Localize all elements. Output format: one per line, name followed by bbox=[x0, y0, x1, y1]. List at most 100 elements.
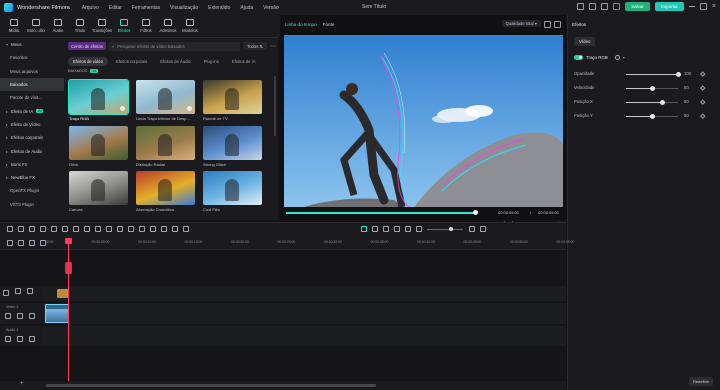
select-icon[interactable] bbox=[17, 226, 24, 232]
param-value[interactable]: 50 bbox=[684, 85, 689, 90]
playhead-marker[interactable] bbox=[65, 262, 72, 274]
chevron-down-icon[interactable]: ▾ bbox=[623, 55, 625, 60]
tab-video[interactable]: Vídeo bbox=[574, 37, 596, 46]
speed-icon[interactable] bbox=[94, 226, 101, 232]
delete-icon[interactable] bbox=[50, 226, 57, 232]
link-icon[interactable] bbox=[17, 240, 24, 246]
tool-media[interactable]: Mídia bbox=[3, 15, 25, 37]
menu-tools[interactable]: Ferramentas bbox=[132, 5, 160, 11]
effect-thumbnail[interactable] bbox=[69, 171, 128, 205]
keyframe-diamond-icon[interactable] bbox=[700, 112, 706, 118]
category-item[interactable]: ▸ Boris FX bbox=[0, 158, 64, 171]
motion-icon[interactable] bbox=[171, 226, 178, 232]
stabilize-icon[interactable] bbox=[160, 226, 167, 232]
more-options-icon[interactable]: ⋯ bbox=[270, 43, 276, 50]
slider-knob[interactable] bbox=[649, 113, 655, 119]
tab-timeline-view[interactable]: Linha do tempo bbox=[285, 22, 317, 27]
chevron-right-icon[interactable]: ▸ bbox=[6, 162, 8, 167]
export-button[interactable]: Exportar bbox=[654, 2, 684, 11]
quality-dropdown[interactable]: Qualidade total ▾ bbox=[501, 20, 541, 27]
menu-help[interactable]: Ajuda bbox=[240, 5, 253, 11]
audio-lock-icon[interactable] bbox=[16, 336, 23, 342]
effect-clip[interactable] bbox=[57, 289, 68, 298]
lock-icon[interactable] bbox=[28, 240, 35, 246]
track-icon[interactable] bbox=[404, 226, 411, 232]
tab-source-view[interactable]: Fonte bbox=[323, 22, 335, 27]
snapshot-icon[interactable] bbox=[544, 21, 551, 28]
chevron-right-icon[interactable]: ▸ bbox=[6, 175, 8, 180]
menu-view[interactable]: Visualização bbox=[170, 5, 198, 11]
reset-button[interactable]: Redefinir bbox=[689, 377, 714, 386]
browser-scrollbar[interactable] bbox=[274, 76, 276, 136]
menu-edit[interactable]: Editar bbox=[109, 5, 122, 11]
slider-knob[interactable] bbox=[649, 85, 655, 91]
param-value[interactable]: 50 bbox=[684, 99, 689, 104]
menu-extended[interactable]: Extendido bbox=[208, 5, 230, 11]
keyframe-diamond-icon[interactable] bbox=[700, 98, 706, 104]
menu-version[interactable]: Versão bbox=[263, 5, 279, 11]
category-item[interactable]: ▸ Efeito de IA AI bbox=[0, 104, 64, 117]
category-item[interactable]: OpenFX Plugin bbox=[0, 184, 64, 197]
category-item[interactable]: Baixados bbox=[0, 77, 64, 92]
chevron-right-icon[interactable]: ▸ bbox=[6, 122, 8, 127]
chevron-right-icon[interactable]: ▸ bbox=[6, 109, 8, 114]
category-item[interactable]: Pacote de vísit... bbox=[0, 91, 64, 104]
effect-thumbnail[interactable] bbox=[203, 126, 262, 160]
text-icon[interactable] bbox=[83, 226, 90, 232]
add-effect-icon[interactable] bbox=[120, 106, 125, 111]
param-value[interactable]: 50 bbox=[684, 113, 689, 118]
tool-audio[interactable]: Áudio bbox=[47, 15, 69, 37]
effect-thumbnail[interactable] bbox=[136, 126, 195, 160]
timeline-ruler[interactable]: 00:00 00:00:05:00 00:00:10:00 00:00:15:00 00… bbox=[0, 237, 574, 250]
audio-tool-icon[interactable] bbox=[127, 226, 134, 232]
maximize-icon[interactable] bbox=[699, 3, 707, 10]
zoom-in-icon[interactable] bbox=[468, 226, 475, 232]
audio-track-icon[interactable] bbox=[4, 336, 11, 342]
effect-thumbnail[interactable] bbox=[203, 171, 262, 205]
video-track-icon[interactable] bbox=[4, 313, 11, 319]
menu-file[interactable]: Arquivo bbox=[82, 5, 99, 11]
fullscreen-icon[interactable] bbox=[554, 21, 561, 28]
account-icon[interactable] bbox=[601, 3, 609, 10]
chevron-right-icon[interactable]: ▸ bbox=[6, 135, 8, 140]
snap-icon[interactable] bbox=[393, 226, 400, 232]
add-track-icon[interactable] bbox=[6, 240, 13, 246]
add-effect-icon[interactable] bbox=[187, 106, 192, 111]
cloud-icon[interactable] bbox=[589, 3, 597, 10]
slider-knob[interactable] bbox=[675, 71, 681, 77]
tool-filters[interactable]: Filtros bbox=[135, 15, 157, 37]
playback-progress[interactable] bbox=[286, 210, 478, 216]
param-slider[interactable] bbox=[626, 99, 678, 105]
add-icon[interactable]: + bbox=[20, 381, 24, 387]
minimize-icon[interactable] bbox=[688, 6, 695, 7]
video-clip[interactable] bbox=[45, 304, 69, 323]
tool-title[interactable]: Título bbox=[69, 15, 91, 37]
cut-icon[interactable] bbox=[61, 226, 68, 232]
tab-body-effects[interactable]: Efeitos corporais bbox=[111, 57, 152, 66]
track-eye-icon[interactable] bbox=[26, 288, 33, 294]
crop-icon[interactable] bbox=[72, 226, 79, 232]
video-preview[interactable] bbox=[284, 35, 563, 207]
cart-icon[interactable] bbox=[613, 3, 621, 10]
category-item[interactable]: ▸ Efeito de Vídeo bbox=[0, 118, 64, 131]
tab-plugins[interactable]: Plug-ins bbox=[199, 57, 224, 66]
save-button[interactable]: Salvar bbox=[625, 2, 650, 11]
effect-thumbnail[interactable] bbox=[68, 79, 129, 115]
notification-icon[interactable] bbox=[577, 3, 585, 10]
playhead[interactable] bbox=[65, 238, 72, 390]
ai-tool-icon[interactable] bbox=[116, 226, 123, 232]
audio-track-lane[interactable] bbox=[43, 326, 566, 346]
zoom-slider-knob[interactable] bbox=[449, 226, 453, 231]
tab-ai-effects[interactable]: Efeitos de IA bbox=[227, 57, 261, 66]
tool-stickers[interactable]: Adesivos bbox=[157, 15, 179, 37]
tool-templates[interactable]: Modelos bbox=[179, 15, 201, 37]
video-eye-icon[interactable] bbox=[28, 313, 35, 319]
tab-video-effects[interactable]: Efeitos de vídeo bbox=[68, 57, 109, 66]
video-track-lane[interactable] bbox=[43, 303, 566, 324]
filter-dropdown[interactable]: Todos ⇅ bbox=[243, 42, 267, 50]
param-slider[interactable] bbox=[626, 113, 678, 119]
effects-center-tag[interactable]: Centro de efeitos bbox=[68, 42, 106, 50]
playhead-handle[interactable] bbox=[65, 238, 72, 244]
mask-icon[interactable] bbox=[149, 226, 156, 232]
search-input[interactable]: ⌕ Pesquisar efeitos de vídeo baixados bbox=[108, 41, 241, 51]
